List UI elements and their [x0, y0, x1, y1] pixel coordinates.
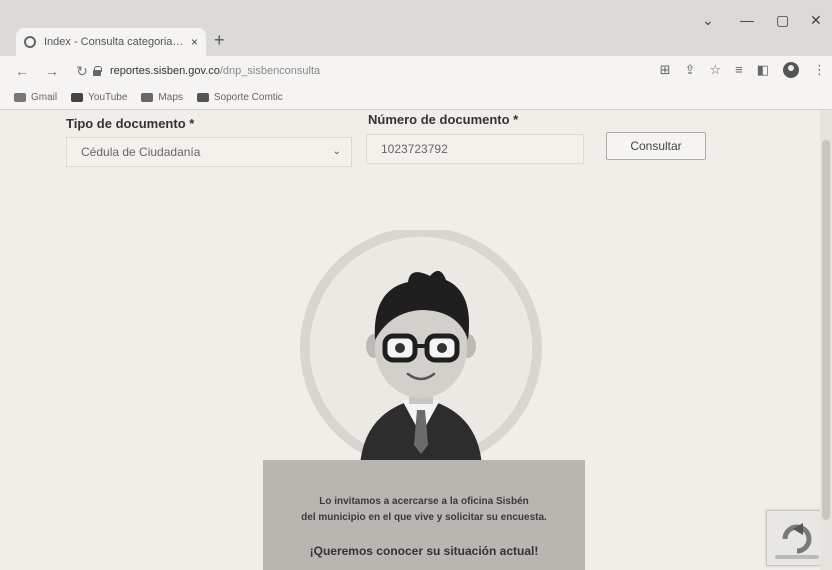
numero-documento-label: Número de documento *	[368, 112, 519, 127]
message-line-2: del municipio en el que vive y solicitar…	[301, 512, 547, 523]
youtube-icon	[71, 93, 84, 102]
bookmark-maps[interactable]: Maps	[141, 92, 183, 103]
url-field[interactable]: reportes.sisben.gov.co /dnp_sisbenconsul…	[92, 61, 652, 81]
bookmark-label: Maps	[158, 92, 183, 103]
tipo-documento-select[interactable]: Cédula de Ciudadanía ⌄	[66, 137, 352, 167]
tab-search-icon[interactable]: ⌄	[702, 12, 714, 29]
message-cta: ¡Queremos conocer su situación actual!	[309, 544, 539, 558]
bookmarks-bar: Gmail YouTube Maps Soporte Comtic	[0, 86, 832, 110]
bookmark-label: Gmail	[31, 92, 58, 103]
address-bar: ← → ↻ reportes.sisben.gov.co /dnp_sisben…	[0, 56, 832, 86]
numero-documento-value: 1023723792	[381, 142, 448, 156]
menu-icon[interactable]: ⋮	[813, 62, 826, 78]
eye-right-icon	[437, 343, 447, 353]
tipo-documento-label: Tipo de documento *	[66, 116, 195, 131]
url-host: reportes.sisben.gov.co	[110, 65, 220, 77]
person-illustration	[300, 230, 542, 469]
message-box: Lo invitamos a acercarse a la oficina Si…	[263, 460, 585, 570]
forward-icon[interactable]: →	[44, 63, 60, 79]
recaptcha-badge[interactable]	[766, 510, 826, 566]
tab-title: Index - Consulta categoria Sisben	[44, 36, 185, 48]
new-tab-icon[interactable]: +	[214, 30, 225, 50]
page-content: Tipo de documento * Cédula de Ciudadanía…	[0, 110, 832, 570]
minimize-icon[interactable]: —	[740, 12, 754, 28]
reading-list-icon[interactable]: ≡	[735, 62, 743, 78]
browser-tab[interactable]: Index - Consulta categoria Sisben ×	[16, 28, 206, 56]
side-panel-icon[interactable]: ◧	[757, 62, 769, 78]
browser-titlebar: Index - Consulta categoria Sisben × + ⌄ …	[0, 0, 832, 56]
folder-icon	[196, 93, 209, 102]
recaptcha-icon	[775, 523, 819, 559]
bookmark-gmail[interactable]: Gmail	[14, 92, 57, 103]
bookmark-youtube[interactable]: YouTube	[71, 92, 127, 103]
reload-icon[interactable]: ↻	[74, 63, 90, 80]
back-icon[interactable]: ←	[14, 63, 30, 79]
bookmark-label: YouTube	[88, 92, 128, 103]
bookmark-label: Soporte Comtic	[213, 92, 283, 103]
maps-icon	[141, 93, 154, 102]
gmail-icon	[14, 93, 26, 102]
bookmark-star-icon[interactable]: ☆	[709, 62, 721, 78]
consultar-button[interactable]: Consultar	[606, 132, 706, 160]
close-window-icon[interactable]: ✕	[810, 12, 822, 29]
favicon-icon	[24, 36, 36, 48]
bookmark-soporte[interactable]: Soporte Comtic	[196, 92, 283, 103]
toolbar-icons: ⊞ ⇪ ☆ ≡ ◧ ⋮	[660, 62, 826, 78]
scrollbar-thumb[interactable]	[822, 140, 830, 520]
eye-left-icon	[395, 343, 405, 353]
profile-avatar-icon[interactable]	[783, 62, 799, 78]
tab-close-icon[interactable]: ×	[191, 35, 198, 49]
url-path: /dnp_sisbenconsulta	[219, 65, 321, 77]
numero-documento-input[interactable]: 1023723792	[366, 134, 584, 164]
tipo-documento-value: Cédula de Ciudadanía	[81, 145, 201, 159]
message-line-1: Lo invitamos a acercarse a la oficina Si…	[319, 496, 529, 507]
chevron-down-icon: ⌄	[332, 146, 341, 157]
page-scrollbar[interactable]	[820, 110, 832, 570]
translate-icon[interactable]: ⊞	[660, 62, 671, 78]
lock-icon	[92, 66, 102, 76]
maximize-icon[interactable]: ▢	[776, 12, 789, 29]
share-icon[interactable]: ⇪	[685, 62, 696, 78]
